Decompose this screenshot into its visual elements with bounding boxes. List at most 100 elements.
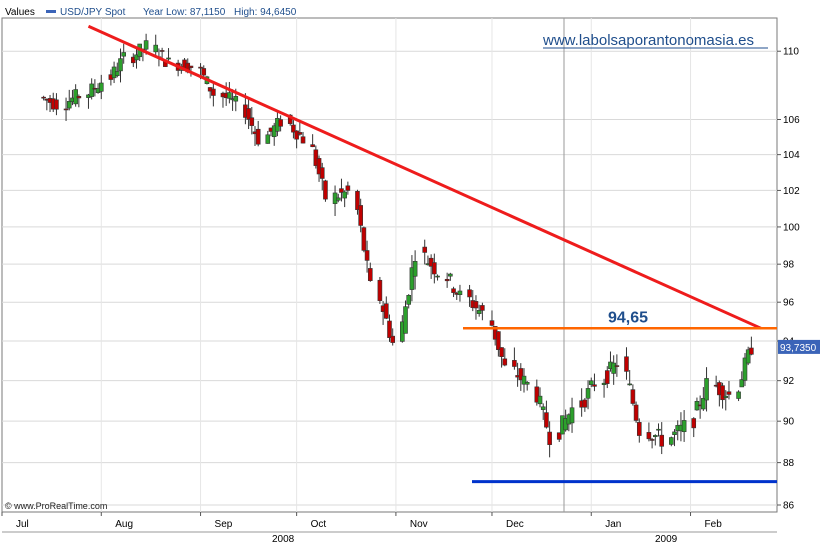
candle-body: [524, 382, 530, 385]
candle-body: [451, 288, 456, 293]
candle-body: [604, 370, 610, 384]
candle-body: [387, 320, 392, 338]
x-month-label: Dec: [506, 519, 524, 530]
candle-body: [649, 439, 655, 441]
candle-body: [255, 128, 261, 145]
y-tick-label: 102: [783, 186, 800, 197]
candle-body: [611, 362, 616, 374]
candle-body: [480, 305, 485, 311]
candle-body: [211, 88, 216, 96]
candle-body: [723, 395, 729, 398]
candle-body: [153, 44, 159, 53]
candle-body: [383, 303, 389, 319]
candle-body: [582, 399, 588, 408]
candle-body: [569, 407, 575, 424]
candle-body: [457, 290, 463, 296]
candle-body: [749, 347, 754, 355]
candle-body: [201, 68, 207, 76]
candle-body: [422, 246, 428, 253]
series-legend-name: USD/JPY Spot: [60, 7, 126, 18]
candle-body: [691, 418, 697, 429]
y-tick-label: 92: [783, 376, 795, 387]
candle-body: [390, 335, 396, 343]
candle-body: [614, 365, 620, 367]
candle-body: [76, 96, 82, 99]
candle-body: [547, 431, 552, 445]
candle-body: [512, 360, 517, 367]
candle-body: [118, 58, 123, 72]
candle-body: [403, 306, 408, 334]
y-tick-label: 100: [783, 222, 800, 233]
candle-body: [89, 83, 94, 97]
x-month-label: Oct: [311, 519, 327, 530]
candle-body: [502, 358, 508, 366]
candle-body: [444, 278, 450, 282]
candle-body: [166, 57, 171, 60]
candle-body: [681, 420, 687, 433]
candle-body: [653, 435, 658, 438]
candle-body: [364, 250, 370, 261]
candle-body: [448, 273, 453, 277]
x-year-label: 2008: [272, 534, 295, 545]
candle-body: [227, 92, 232, 99]
footer-credit: © www.ProRealTime.com: [5, 501, 107, 511]
candle-body: [249, 117, 255, 126]
candle-body: [627, 383, 632, 386]
y-tick-label: 106: [783, 115, 800, 126]
candle-body: [659, 434, 665, 447]
candle-body: [588, 380, 594, 385]
candle-body: [121, 52, 126, 57]
candle-body: [736, 391, 741, 399]
y-tick-label: 104: [783, 150, 800, 161]
candle-body: [476, 310, 482, 314]
y-tick-label: 110: [783, 47, 799, 58]
candle-body: [358, 205, 363, 226]
candle-body: [489, 320, 495, 326]
candle-body: [467, 289, 472, 298]
candle-body: [63, 108, 69, 111]
candle-body: [300, 136, 306, 144]
candle-body: [278, 119, 283, 127]
candle-body: [540, 406, 546, 410]
candle-body: [739, 379, 745, 388]
x-month-label: Aug: [115, 519, 133, 530]
x-year-label: 2009: [655, 534, 678, 545]
candle-body: [297, 132, 303, 135]
candle-body: [585, 388, 591, 399]
usdjpy-candlestick-chart: 86889092949698100102104106110 JulAugSepO…: [0, 0, 821, 547]
candle-body: [656, 428, 661, 431]
candle-body: [499, 347, 504, 357]
series-legend-swatch: [46, 10, 56, 13]
candle-body: [335, 197, 341, 201]
candle-body: [159, 50, 165, 52]
candle-body: [726, 391, 732, 395]
candle-body: [345, 185, 351, 191]
candle-body: [435, 275, 440, 278]
chart-window: 86889092949698100102104106110 JulAugSepO…: [0, 0, 821, 547]
candle-body: [310, 144, 315, 148]
candle-body: [198, 66, 203, 69]
candle-body: [592, 384, 597, 387]
candle-body: [342, 191, 347, 199]
x-month-label: Jan: [605, 519, 621, 530]
candle-body: [233, 96, 239, 102]
candle-body: [630, 389, 636, 404]
candle-body: [406, 295, 412, 305]
candle-body: [704, 378, 709, 401]
y-tick-label: 96: [783, 298, 795, 309]
values-label: Values: [5, 7, 35, 18]
candle-body: [537, 395, 543, 405]
x-month-label: Sep: [215, 519, 233, 530]
candle-body: [412, 261, 418, 277]
candle-body: [54, 99, 59, 110]
candle-body: [143, 40, 149, 50]
candle-body: [672, 431, 677, 435]
candle-body: [624, 356, 629, 372]
candle-body: [265, 134, 271, 144]
candle-body: [98, 82, 104, 92]
candle-body: [367, 268, 373, 281]
x-month-label: Feb: [705, 519, 723, 530]
candle-body: [66, 101, 72, 109]
candle-body: [319, 167, 325, 179]
watermark-text: www.labolsaporantonomasia.es: [542, 32, 754, 49]
